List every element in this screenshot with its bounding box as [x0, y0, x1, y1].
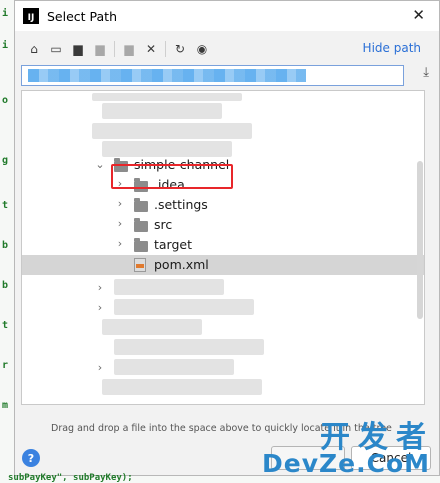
code-fragment: t: [2, 320, 9, 331]
select-path-dialog: IJ Select Path ✕ ⌂ ▭ ▆ ▆ ▆ ✕ ↻ ◉ Hide pa…: [14, 0, 440, 476]
new-folder-icon[interactable]: ▆: [118, 39, 140, 59]
delete-icon[interactable]: ✕: [140, 39, 162, 59]
help-icon[interactable]: ?: [22, 449, 40, 467]
code-fragment: i: [2, 40, 9, 51]
toolbar-separator: [114, 41, 115, 57]
watermark-devze: DevZe.CoM: [262, 449, 430, 478]
download-icon[interactable]: ⤓: [423, 65, 429, 80]
module-folder-icon[interactable]: ▆: [89, 39, 111, 59]
path-value-redacted: [28, 69, 306, 82]
code-fragment: i: [2, 8, 9, 19]
chevron-down-icon[interactable]: ⌄: [94, 158, 106, 171]
folder-icon: [134, 198, 148, 212]
redacted-row: [102, 379, 262, 395]
project-folder-icon[interactable]: ▆: [67, 39, 89, 59]
tree-row-label: target: [154, 237, 193, 252]
code-fragment: t: [2, 200, 9, 211]
folder-icon: [134, 238, 148, 252]
redacted-row: [114, 299, 254, 315]
redacted-row: [102, 319, 202, 335]
redacted-row: [92, 123, 252, 139]
redacted-row: [114, 279, 224, 295]
tree-row-label: .settings: [154, 197, 208, 212]
toolbar: ⌂ ▭ ▆ ▆ ▆ ✕ ↻ ◉: [23, 39, 213, 59]
toolbar-separator: [165, 41, 166, 57]
close-icon[interactable]: ✕: [412, 6, 425, 24]
title-bar: IJ Select Path ✕: [15, 1, 439, 31]
code-line: subPayKey", subPayKey);: [8, 473, 133, 483]
editor-background: i i o g t b b t r m: [0, 0, 15, 483]
chevron-right-icon[interactable]: ›: [114, 217, 126, 230]
home-icon[interactable]: ⌂: [23, 39, 45, 59]
code-fragment: m: [2, 400, 9, 411]
tree-row-pom-xml[interactable]: pom.xml: [22, 255, 424, 275]
code-fragment: b: [2, 280, 9, 291]
dialog-title: Select Path: [47, 8, 117, 24]
tree-row-src[interactable]: › src: [22, 215, 414, 235]
chevron-right-icon[interactable]: ›: [94, 361, 106, 374]
redacted-row: [114, 339, 264, 355]
chevron-right-icon[interactable]: ›: [114, 237, 126, 250]
redacted-row: [102, 103, 222, 119]
code-fragment: o: [2, 95, 9, 106]
tree-scrollbar[interactable]: [417, 161, 423, 319]
redacted-row: [92, 93, 242, 101]
editor-background-bottom: subPayKey", subPayKey);: [0, 473, 440, 483]
code-fragment: r: [2, 360, 9, 371]
tree-row-target[interactable]: › target: [22, 235, 414, 255]
xml-file-icon: [134, 258, 146, 272]
path-input[interactable]: [21, 65, 404, 86]
chevron-right-icon[interactable]: ›: [94, 281, 106, 294]
show-hidden-icon[interactable]: ◉: [191, 39, 213, 59]
tree-row-settings[interactable]: › .settings: [22, 195, 414, 215]
chevron-right-icon[interactable]: ›: [114, 197, 126, 210]
hide-path-link[interactable]: Hide path: [363, 41, 421, 55]
file-tree[interactable]: ⌄ simple-channel › .idea › .settings › s…: [21, 90, 425, 405]
code-fragment: g: [2, 155, 9, 166]
tree-row-label: src: [154, 217, 173, 232]
desktop-icon[interactable]: ▭: [45, 39, 67, 59]
intellij-app-icon: IJ: [23, 8, 39, 24]
red-highlight-box: [111, 164, 233, 189]
redacted-row: [114, 359, 234, 375]
chevron-right-icon[interactable]: ›: [94, 301, 106, 314]
tree-row-label: pom.xml: [154, 257, 209, 272]
refresh-icon[interactable]: ↻: [169, 39, 191, 59]
folder-icon: [134, 218, 148, 232]
code-fragment: b: [2, 240, 9, 251]
